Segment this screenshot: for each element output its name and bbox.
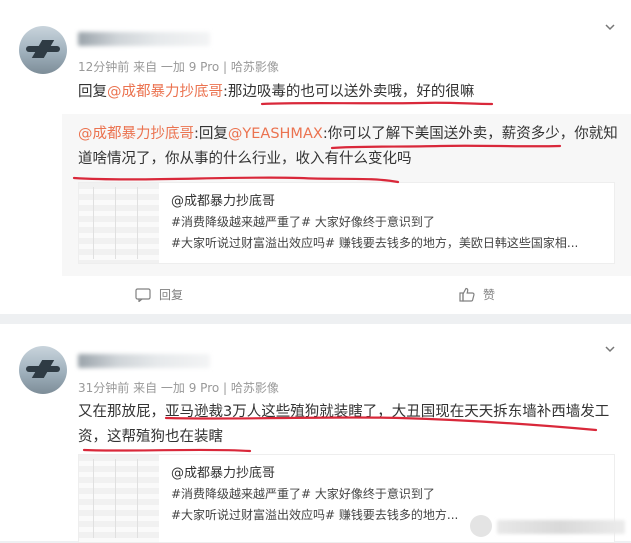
mention-link[interactable]: @成都暴力抄底哥 [78,126,194,142]
thumbnail-image [79,455,159,542]
comment-text: 又在那放屁，亚马逊裁3万人这些殖狗就装瞎了，大丑国现在天天拆东墙补西墙发工资，这… [78,404,610,445]
mention-link[interactable]: @成都暴力抄底哥 [107,84,223,100]
comment-text: 回复@成都暴力抄底哥:那边吸毒的也可以送外卖哦，好的很嘛 [78,80,474,105]
post-meta: 12分钟前 来自 一加 9 Pro | 哈苏影像 [78,60,279,74]
like-button[interactable]: 赞 [459,286,495,303]
comment-card: 31分钟前 来自 一加 9 Pro | 哈苏影像 又在那放屁，亚马逊裁3万人这些… [0,324,631,543]
embed-title: @成都暴力抄底哥 [171,194,276,209]
watermark-blurred [497,520,625,534]
username-blurred[interactable] [78,32,210,46]
embed-line: #大家听说过财富溢出效应吗# 赚钱要去钱多的地方，美欧日韩这些国家相... [171,236,579,250]
thumbs-up-icon [459,287,475,302]
embed-line: #消费降级越来越严重了# 大家好像终于意识到了 [171,215,435,229]
reply-button[interactable]: 回复 [135,286,183,303]
reply-content: :那边吸毒的也可以送外卖哦，好的很嘛 [223,84,475,100]
action-bar: 回复 赞 [0,274,631,314]
reply-label: 回复 [159,288,184,302]
mention-link[interactable]: @YEASHMAX [228,126,323,142]
comment-icon [135,287,151,302]
quote-mid: :回复 [194,126,228,142]
username-blurred[interactable] [78,354,210,368]
embed-line: #消费降级越来越严重了# 大家好像终于意识到了 [171,487,435,501]
comment-card: 12分钟前 来自 一加 9 Pro | 哈苏影像 回复@成都暴力抄底哥:那边吸毒… [0,0,631,314]
avatar[interactable] [19,346,67,394]
post-meta: 31分钟前 来自 一加 9 Pro | 哈苏影像 [78,381,279,395]
embed-title: @成都暴力抄底哥 [171,466,276,481]
embed-text: @成都暴力抄底哥 #消费降级越来越严重了# 大家好像终于意识到了 #大家听说过财… [171,191,631,254]
watermark-icon [470,515,492,537]
embedded-post[interactable]: @成都暴力抄底哥 #消费降级越来越严重了# 大家好像终于意识到了 #大家听说过财… [78,182,615,264]
reply-prefix: 回复 [78,84,107,100]
thumbnail-image [79,183,159,263]
quote-text: @成都暴力抄底哥:回复@YEASHMAX:你可以了解下美国送外卖，薪资多少，你就… [78,122,618,172]
like-label: 赞 [483,288,496,302]
chevron-down-icon[interactable] [605,344,615,354]
chevron-down-icon[interactable] [605,22,615,32]
avatar[interactable] [19,26,67,74]
